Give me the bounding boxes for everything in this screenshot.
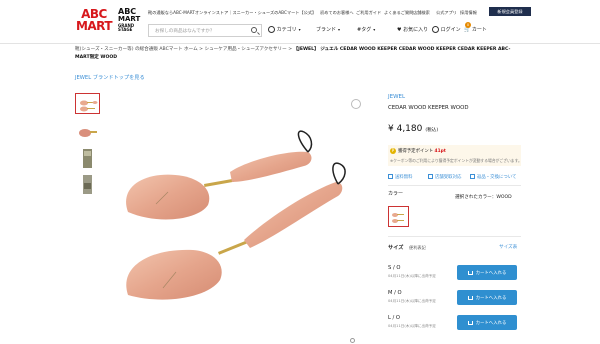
utility-link-store-search[interactable]: 店舗検索 <box>413 10 430 16</box>
points-icon: P <box>390 148 396 154</box>
thumbnail-4[interactable] <box>75 174 100 195</box>
nav-favorites-label: お気に入り <box>403 27 429 33</box>
brand-top-link[interactable]: JEWEL ブランドトップを見る <box>75 74 145 81</box>
points-label: 獲得予定ポイント <box>398 149 434 154</box>
product-name: CEDAR WOOD KEEPER WOOD <box>388 105 469 111</box>
add-to-cart-button[interactable]: カートへ入れる <box>457 265 517 280</box>
color-label: カラー <box>388 191 404 197</box>
nav-category[interactable]: カテゴリ ▾ <box>268 26 301 33</box>
breadcrumb-item-home[interactable]: 靴(シューズ・スニーカー等) の総合通販 ABCマート ホーム <box>75 47 198 52</box>
points-text: 獲得予定ポイント 41pt <box>398 148 446 154</box>
user-icon <box>432 26 439 33</box>
shoe-keeper-thumb-icon <box>79 129 97 137</box>
size-label: サイズ <box>388 245 404 251</box>
divider <box>388 185 521 186</box>
member-register-button[interactable]: 新規会員登録 <box>489 7 531 16</box>
shoe-keeper-swatch-icon <box>392 213 404 223</box>
add-to-cart-label: カートへ入れる <box>475 270 507 276</box>
cart-icon <box>467 295 473 300</box>
heart-icon: ♥ <box>397 27 402 33</box>
size-ship-date: 04月11日(木)以降に出荷予定 <box>388 274 436 278</box>
chevron-down-icon: ▾ <box>338 27 341 32</box>
header-divider <box>0 43 600 44</box>
selected-color-label: 選択されたカラー：WOOD <box>455 195 512 200</box>
breadcrumb-separator: > <box>288 47 293 52</box>
nav-tag-label: #タグ <box>357 27 372 33</box>
thumbnail-1[interactable] <box>75 93 100 114</box>
grand-stage-line2: MART <box>118 15 141 23</box>
add-to-cart-button[interactable]: カートへ入れる <box>457 290 517 305</box>
divider <box>388 236 521 237</box>
search-input[interactable]: お探しの商品はなんですか？ <box>148 24 262 37</box>
nav-category-label: カテゴリ <box>276 27 297 33</box>
nav-brand-label: ブランド <box>316 27 337 33</box>
shipping-icon <box>388 174 393 179</box>
add-to-cart-button[interactable]: カートへ入れる <box>457 315 517 330</box>
size-note: 便利表記 <box>409 245 426 250</box>
points-note: ※クーポン等のご利用により獲得予定ポイントが変動する場合がございます。 <box>390 158 522 163</box>
add-to-cart-label: カートへ入れる <box>475 295 507 301</box>
nav-tag[interactable]: #タグ ▾ <box>357 26 375 33</box>
site-tagline: 靴の通販ならABC-MARTオンラインストア｜スニーカー・シューズのABCマート… <box>148 10 317 15</box>
utility-link-careers[interactable]: 採用情報 <box>460 10 477 16</box>
size-ship-date: 04月11日(木)以降に出荷予定 <box>388 299 436 303</box>
logo-line2: MART <box>75 19 113 33</box>
size-name: L / O <box>388 315 401 321</box>
abc-mart-logo[interactable]: ABC MART <box>75 8 113 32</box>
store-pickup-label: 店舗受取対応 <box>435 175 462 180</box>
nav-cart-label: カート <box>471 27 487 33</box>
chevron-down-icon: ▾ <box>373 27 376 32</box>
size-guide-link[interactable]: サイズ表 <box>499 244 517 250</box>
grand-stage-line3: GRAND STAGE <box>118 23 135 33</box>
shoe-keeper-thumb-icon <box>80 100 98 112</box>
utility-link-first-time[interactable]: 初めてのお客様へ <box>320 10 354 16</box>
nav-login[interactable]: ログイン <box>432 26 461 33</box>
nav-login-label: ログイン <box>440 27 461 33</box>
size-ship-date: 04月11日(木)以降に出荷予定 <box>388 324 436 328</box>
size-name: M / O <box>388 290 402 296</box>
store-icon <box>428 174 433 179</box>
search-icon[interactable] <box>251 27 257 33</box>
returns-label: 返品・交換について <box>477 175 517 180</box>
cart-count-badge: 0 <box>465 22 471 28</box>
grand-stage-logo[interactable]: ABC MART GRAND STAGE <box>118 8 142 33</box>
scroll-indicator-dot <box>350 338 355 343</box>
link-returns[interactable]: 返品・交換について <box>470 174 516 180</box>
return-icon <box>470 174 475 179</box>
product-brand[interactable]: JEWEL <box>388 94 405 100</box>
utility-link-guide[interactable]: ご利用ガイド <box>356 10 381 16</box>
size-row: M / O 04月11日(木)以降に出荷予定 カートへ入れる <box>388 287 521 309</box>
cart-icon <box>467 270 473 275</box>
size-row: S / O 04月11日(木)以降に出荷予定 カートへ入れる <box>388 262 521 284</box>
breadcrumb-item-shoecare[interactable]: シューケア用品・シューズアクセサリー <box>204 47 286 52</box>
color-swatch-wood[interactable] <box>388 206 409 227</box>
thumbnail-3[interactable] <box>75 148 100 169</box>
link-store-pickup[interactable]: 店舗受取対応 <box>428 174 461 180</box>
cart-icon <box>467 320 473 325</box>
package-thumb-icon <box>83 175 92 194</box>
utility-link-faq[interactable]: よくあるご質問 <box>384 10 413 16</box>
price-value: ¥ 4,180 <box>388 124 423 134</box>
size-row: L / O 04月11日(木)以降に出荷予定 カートへ入れる <box>388 312 521 334</box>
package-thumb-icon <box>83 149 92 168</box>
add-to-cart-label: カートへ入れる <box>475 320 507 326</box>
breadcrumb: 靴(シューズ・スニーカー等) の総合通販 ABCマート ホーム > シューケア用… <box>75 46 525 62</box>
breadcrumb-separator: > <box>199 47 204 52</box>
points-value: 41pt <box>434 149 446 154</box>
favorite-heart-button[interactable] <box>351 99 361 109</box>
chevron-down-icon: ▾ <box>298 27 301 32</box>
free-shipping-label: 送料無料 <box>395 175 413 180</box>
nav-favorites[interactable]: ♥ お気に入り <box>397 26 428 33</box>
size-name: S / O <box>388 265 401 271</box>
link-free-shipping[interactable]: 送料無料 <box>388 174 413 180</box>
tax-label: (税込) <box>425 128 439 133</box>
product-price: ¥ 4,180 (税込) <box>388 124 438 134</box>
thumbnail-2[interactable] <box>75 121 100 142</box>
category-icon <box>268 26 275 33</box>
utility-link-app[interactable]: 公式アプリ <box>436 10 457 16</box>
product-main-image <box>126 130 346 300</box>
nav-brand[interactable]: ブランド ▾ <box>316 26 340 33</box>
